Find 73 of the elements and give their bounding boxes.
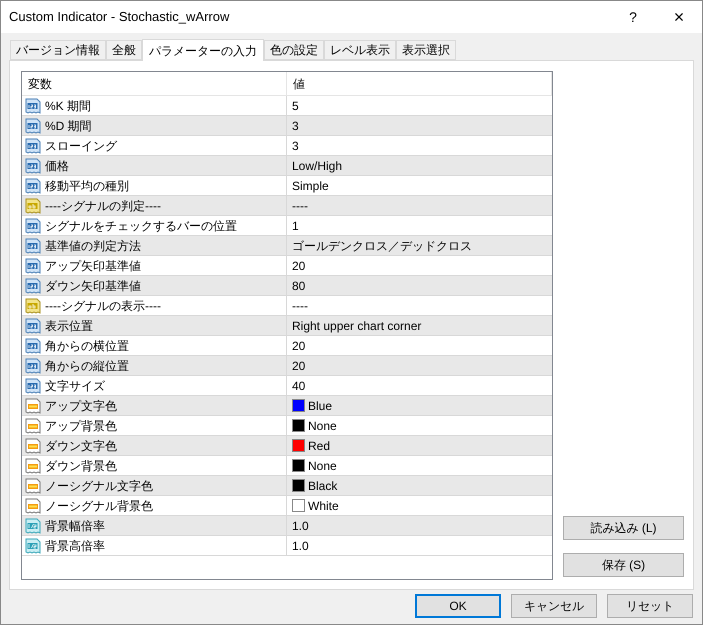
parameter-name: シグナルをチェックするバーの位置 <box>45 218 237 234</box>
parameter-name: スローイング <box>45 138 117 154</box>
parameter-value[interactable]: Blue <box>308 396 332 414</box>
tab[interactable]: パラメーターの入力 <box>142 39 264 61</box>
parameter-name: ダウン背景色 <box>45 458 117 474</box>
help-button[interactable]: ? <box>610 1 656 33</box>
parameter-value[interactable]: Red <box>308 436 330 454</box>
parameter-name: 背景高倍率 <box>45 538 105 554</box>
tab[interactable]: レベル表示 <box>324 40 396 60</box>
column-header[interactable]: 値 <box>287 72 552 95</box>
number-type-icon <box>25 118 41 134</box>
parameter-value[interactable]: 20 <box>292 256 306 274</box>
dialog-button[interactable]: OK <box>415 594 501 618</box>
parameter-value[interactable]: 20 <box>292 356 306 374</box>
number-type-icon <box>25 278 41 294</box>
color-type-icon <box>25 438 41 454</box>
parameter-name: アップ矢印基準値 <box>45 258 141 274</box>
parameter-value[interactable]: None <box>308 416 337 434</box>
parameter-name: 基準値の判定方法 <box>45 238 141 254</box>
parameter-value[interactable]: Black <box>308 476 338 494</box>
parameter-value[interactable]: 40 <box>292 376 306 394</box>
tab[interactable]: 表示選択 <box>396 40 456 60</box>
parameter-value[interactable]: ---- <box>292 196 308 214</box>
parameter-value[interactable]: 20 <box>292 336 306 354</box>
number-type-icon <box>25 358 41 374</box>
parameter-value[interactable]: ゴールデンクロス／デッドクロス <box>292 236 472 254</box>
close-button[interactable]: × <box>656 1 702 33</box>
parameter-value[interactable]: None <box>308 456 337 474</box>
parameter-name: 移動平均の種別 <box>45 178 129 194</box>
parameter-value[interactable]: Simple <box>292 176 329 194</box>
parameter-name: ダウン矢印基準値 <box>45 278 141 294</box>
parameter-name: 角からの横位置 <box>45 338 129 354</box>
parameter-value[interactable]: 1 <box>292 216 299 234</box>
color-type-icon <box>25 478 41 494</box>
column-header[interactable]: 変数 <box>22 72 287 95</box>
parameter-value[interactable]: Low/High <box>292 156 342 174</box>
number-type-icon <box>25 238 41 254</box>
window-title: Custom Indicator - Stochastic_wArrow <box>9 8 230 26</box>
text-type-icon <box>25 198 41 214</box>
parameter-name: ダウン文字色 <box>45 438 117 454</box>
parameter-name: %D 期間 <box>45 118 92 134</box>
parameter-value[interactable]: 1.0 <box>292 536 309 554</box>
number-type-icon <box>25 158 41 174</box>
parameter-name: アップ背景色 <box>45 418 117 434</box>
parameter-name: 表示位置 <box>45 318 93 334</box>
parameter-value[interactable]: 3 <box>292 136 299 154</box>
load-button[interactable]: 読み込み (L) <box>563 516 684 540</box>
fraction-type-icon <box>25 518 41 534</box>
parameter-value[interactable]: 5 <box>292 96 299 114</box>
parameter-value[interactable]: White <box>308 496 339 514</box>
dialog-button[interactable]: キャンセル <box>511 594 597 618</box>
parameter-name: ----シグナルの表示---- <box>45 298 161 314</box>
dialog-button[interactable]: リセット <box>607 594 693 618</box>
tab[interactable]: バージョン情報 <box>10 40 106 60</box>
parameter-value[interactable]: 80 <box>292 276 306 294</box>
save-button[interactable]: 保存 (S) <box>563 553 684 577</box>
parameter-value[interactable]: ---- <box>292 296 308 314</box>
parameter-name: ノーシグナル背景色 <box>45 498 153 514</box>
parameter-value[interactable]: 1.0 <box>292 516 309 534</box>
parameter-value[interactable]: Right upper chart corner <box>292 316 422 334</box>
parameter-name: 背景幅倍率 <box>45 518 105 534</box>
parameter-value[interactable]: 3 <box>292 116 299 134</box>
tab[interactable]: 色の設定 <box>264 40 324 60</box>
color-type-icon <box>25 398 41 414</box>
number-type-icon <box>25 318 41 334</box>
parameter-name: 価格 <box>45 158 69 174</box>
parameter-name: ----シグナルの判定---- <box>45 198 161 214</box>
parameter-name: ノーシグナル文字色 <box>45 478 153 494</box>
parameter-name: アップ文字色 <box>45 398 117 414</box>
parameter-name: 角からの縦位置 <box>45 358 129 374</box>
parameter-name: %K 期間 <box>45 98 92 114</box>
parameter-name: 文字サイズ <box>45 378 105 394</box>
tab[interactable]: 全般 <box>106 40 142 60</box>
